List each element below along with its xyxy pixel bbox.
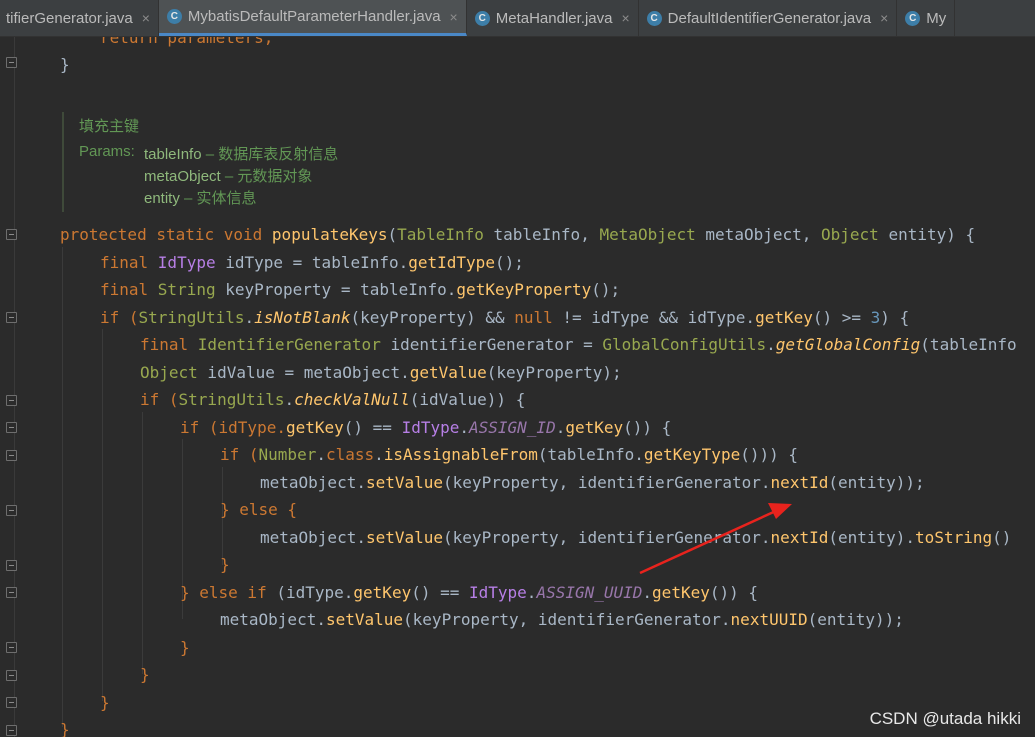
close-icon[interactable]: × xyxy=(880,10,888,26)
close-icon[interactable]: × xyxy=(450,9,458,25)
annotation-arrow-icon xyxy=(639,503,792,575)
java-class-icon: C xyxy=(905,10,921,26)
editor-tab-bar: tifierGenerator.java × C MybatisDefaultP… xyxy=(0,0,1035,37)
tab-label: tifierGenerator.java xyxy=(6,9,133,27)
java-class-icon: C xyxy=(474,10,490,26)
tab-label: MetaHandler.java xyxy=(495,9,613,27)
tab-label: DefaultIdentifierGenerator.java xyxy=(667,9,872,27)
tab-my-truncated[interactable]: C My xyxy=(897,0,956,36)
code-editor[interactable]: return parameters; } 填充主键 Params: tableI… xyxy=(0,37,1035,737)
tab-identifier-generator[interactable]: tifierGenerator.java × xyxy=(0,0,159,36)
tab-mybatis-default-parameter-handler[interactable]: C MybatisDefaultParameterHandler.java × xyxy=(158,0,467,36)
java-class-icon: C xyxy=(646,10,662,26)
watermark: CSDN @utada hikki xyxy=(869,709,1021,728)
close-icon[interactable]: × xyxy=(621,10,629,26)
tab-meta-handler[interactable]: C MetaHandler.java × xyxy=(467,0,639,36)
java-class-icon: C xyxy=(166,9,182,24)
close-icon[interactable]: × xyxy=(142,10,150,26)
tab-label: My xyxy=(926,9,947,27)
tab-label: MybatisDefaultParameterHandler.java xyxy=(187,8,441,25)
tab-default-identifier-generator[interactable]: C DefaultIdentifierGenerator.java × xyxy=(639,0,898,36)
